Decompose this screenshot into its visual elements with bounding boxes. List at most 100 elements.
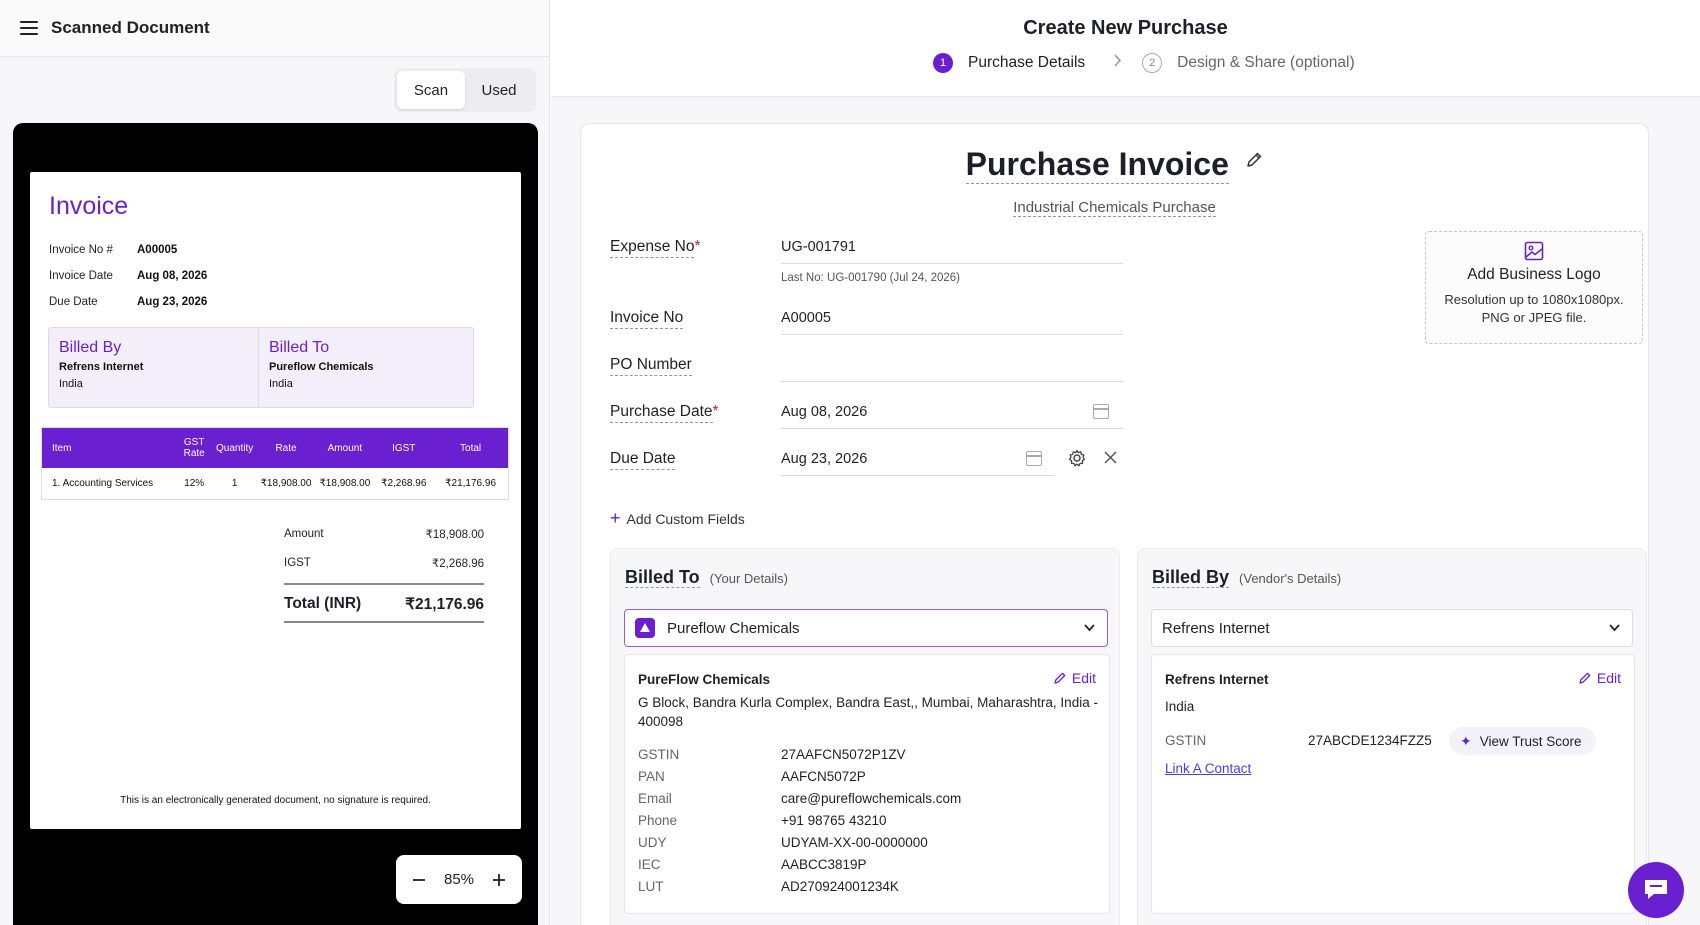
- due-date-value: Aug 23, 2026: [781, 450, 868, 467]
- total-label: IGST: [284, 556, 311, 569]
- expense-no-label-row: Expense No*: [610, 238, 701, 258]
- po-number-label: PO Number: [610, 356, 692, 376]
- grand-total-value: ₹21,176.96: [405, 595, 484, 613]
- billed-by-country: India: [1165, 699, 1195, 714]
- billed-to-heading-row: Billed To (Your Details): [625, 567, 788, 588]
- detail-row: UDY UDYAM-XX-00-0000000: [638, 835, 928, 850]
- billed-to-section: Billed To (Your Details) Pureflow Chemica…: [610, 548, 1120, 925]
- logo-desc-line: PNG or JPEG file.: [1481, 310, 1587, 325]
- detail-row: Email care@pureflowchemicals.com: [638, 791, 961, 806]
- company-logo-icon: [635, 618, 655, 638]
- calendar-icon[interactable]: [1026, 451, 1042, 466]
- pencil-icon[interactable]: [1245, 151, 1263, 174]
- billed-to-edit-button[interactable]: Edit: [1053, 670, 1096, 686]
- chevron-right-icon: [1113, 54, 1122, 72]
- document-title[interactable]: Purchase Invoice: [965, 146, 1229, 184]
- step-purchase-details[interactable]: Purchase Details: [968, 54, 1085, 72]
- add-custom-fields-button[interactable]: + Add Custom Fields: [610, 508, 745, 529]
- step-number: 1: [933, 53, 953, 73]
- billed-to-name: PureFlow Chemicals: [638, 672, 771, 687]
- billed-by-select[interactable]: Refrens Internet: [1151, 609, 1633, 647]
- col-header: Quantity: [215, 442, 254, 454]
- invoice-footnote: This is an electronically generated docu…: [120, 795, 431, 806]
- billed-to-sub: (Your Details): [709, 571, 788, 586]
- party-name: Refrens Internet: [59, 361, 144, 373]
- chat-icon: [1645, 880, 1667, 899]
- col-header: GST Rate: [183, 437, 205, 459]
- document-title-row: Purchase Invoice: [581, 146, 1648, 184]
- left-title: Scanned Document: [51, 18, 210, 37]
- detail-value: UDYAM-XX-00-0000000: [781, 835, 928, 850]
- billed-to-select[interactable]: Pureflow Chemicals: [624, 609, 1108, 647]
- hamburger-icon[interactable]: [20, 21, 38, 35]
- document-viewer[interactable]: Invoice Invoice No # A00005 Invoice Date A…: [13, 123, 538, 925]
- logo-desc-line: Resolution up to 1080x1080px.: [1444, 292, 1624, 307]
- detail-value: +91 98765 43210: [781, 813, 887, 828]
- billed-by-details-card: Refrens Internet Edit India GSTIN 27ABCDE…: [1151, 654, 1635, 914]
- divider: [284, 621, 484, 623]
- detail-key: Email: [638, 791, 672, 806]
- zoom-control: 85%: [396, 855, 522, 904]
- step-number: 2: [1142, 53, 1163, 73]
- tab-used[interactable]: Used: [465, 71, 533, 109]
- expense-hint: Last No: UG-001790 (Jul 24, 2026): [781, 272, 960, 284]
- billed-to-address: G Block, Bandra Kurla Complex, Bandra Ea…: [638, 695, 1098, 729]
- billed-by-edit-button[interactable]: Edit: [1578, 670, 1621, 686]
- party-country: India: [59, 378, 83, 390]
- pencil-icon: [1054, 672, 1066, 684]
- close-icon[interactable]: [1104, 451, 1117, 469]
- view-trust-score-button[interactable]: ✦ View Trust Score: [1449, 727, 1596, 755]
- edit-label: Edit: [1071, 670, 1096, 686]
- calendar-icon[interactable]: [1093, 404, 1109, 419]
- detail-key: Phone: [638, 813, 678, 828]
- pencil-icon: [1579, 672, 1591, 684]
- detail-key: GSTIN: [638, 747, 680, 762]
- link-a-contact[interactable]: Link A Contact: [1165, 761, 1251, 776]
- zoom-out-button[interactable]: [408, 869, 430, 891]
- po-number-input[interactable]: [781, 348, 1123, 382]
- col-header: Rate: [275, 442, 297, 454]
- invoice-billed-by: Billed By Refrens Internet India: [48, 327, 264, 408]
- cell-total: ₹21,176.96: [445, 478, 497, 489]
- zoom-in-button[interactable]: [488, 869, 510, 891]
- expense-no-label: Expense No: [610, 238, 695, 258]
- document-subtitle[interactable]: Industrial Chemicals Purchase: [1013, 199, 1216, 217]
- col-header: Total: [460, 442, 482, 454]
- billed-by-heading-row: Billed By (Vendor's Details): [1152, 567, 1341, 588]
- invoice-no-input[interactable]: A00005: [781, 301, 1123, 335]
- logo-title: Add Business Logo: [1467, 266, 1601, 283]
- page-title: Create New Purchase: [1023, 17, 1228, 39]
- gear-icon[interactable]: [1068, 449, 1086, 472]
- detail-row: IEC AABCC3819P: [638, 857, 867, 872]
- cell-amount: ₹18,908.00: [319, 478, 371, 489]
- meta-label: Invoice No #: [49, 244, 113, 256]
- detail-value: care@pureflowchemicals.com: [781, 791, 962, 806]
- expense-no-input[interactable]: UG-001791: [781, 230, 1123, 264]
- purchase-date-label-row: Purchase Date*: [610, 403, 719, 423]
- chat-button[interactable]: [1628, 862, 1684, 918]
- detail-key: UDY: [638, 835, 667, 850]
- due-date-label-row: Due Date: [610, 450, 676, 470]
- billed-by-selected: Refrens Internet: [1162, 619, 1270, 637]
- add-business-logo[interactable]: Add Business Logo Resolution up to 1080x…: [1425, 231, 1643, 344]
- step-design-share[interactable]: Design & Share (optional): [1177, 54, 1355, 72]
- plus-icon: [493, 873, 505, 886]
- invoice-no-label: Invoice No: [610, 309, 684, 329]
- detail-value: AD270924001234K: [781, 879, 899, 894]
- party-name: Pureflow Chemicals: [269, 361, 374, 373]
- plus-icon: +: [610, 508, 621, 528]
- total-label: Amount: [284, 527, 324, 540]
- invoice-totals: Amount ₹18,908.00 IGST ₹2,268.96 Total (IN…: [284, 519, 484, 623]
- meta-value: A00005: [137, 244, 178, 256]
- invoice-meta: Invoice No # A00005 Invoice Date Aug 08, 2…: [49, 237, 207, 315]
- col-header: Amount: [327, 442, 363, 454]
- due-date-input[interactable]: Aug 23, 2026: [781, 442, 1055, 476]
- tab-scan[interactable]: Scan: [397, 71, 465, 109]
- divider: [284, 583, 484, 585]
- meta-label: Due Date: [49, 296, 98, 308]
- purchase-date-input[interactable]: Aug 08, 2026: [781, 395, 1123, 429]
- col-header: Item: [52, 442, 72, 454]
- billed-to-details-card: PureFlow Chemicals Edit G Block, Bandra …: [624, 654, 1110, 914]
- stepper: 1 Purchase Details 2 Design & Share (opt…: [933, 53, 1355, 73]
- cell-gst: 12%: [184, 478, 205, 489]
